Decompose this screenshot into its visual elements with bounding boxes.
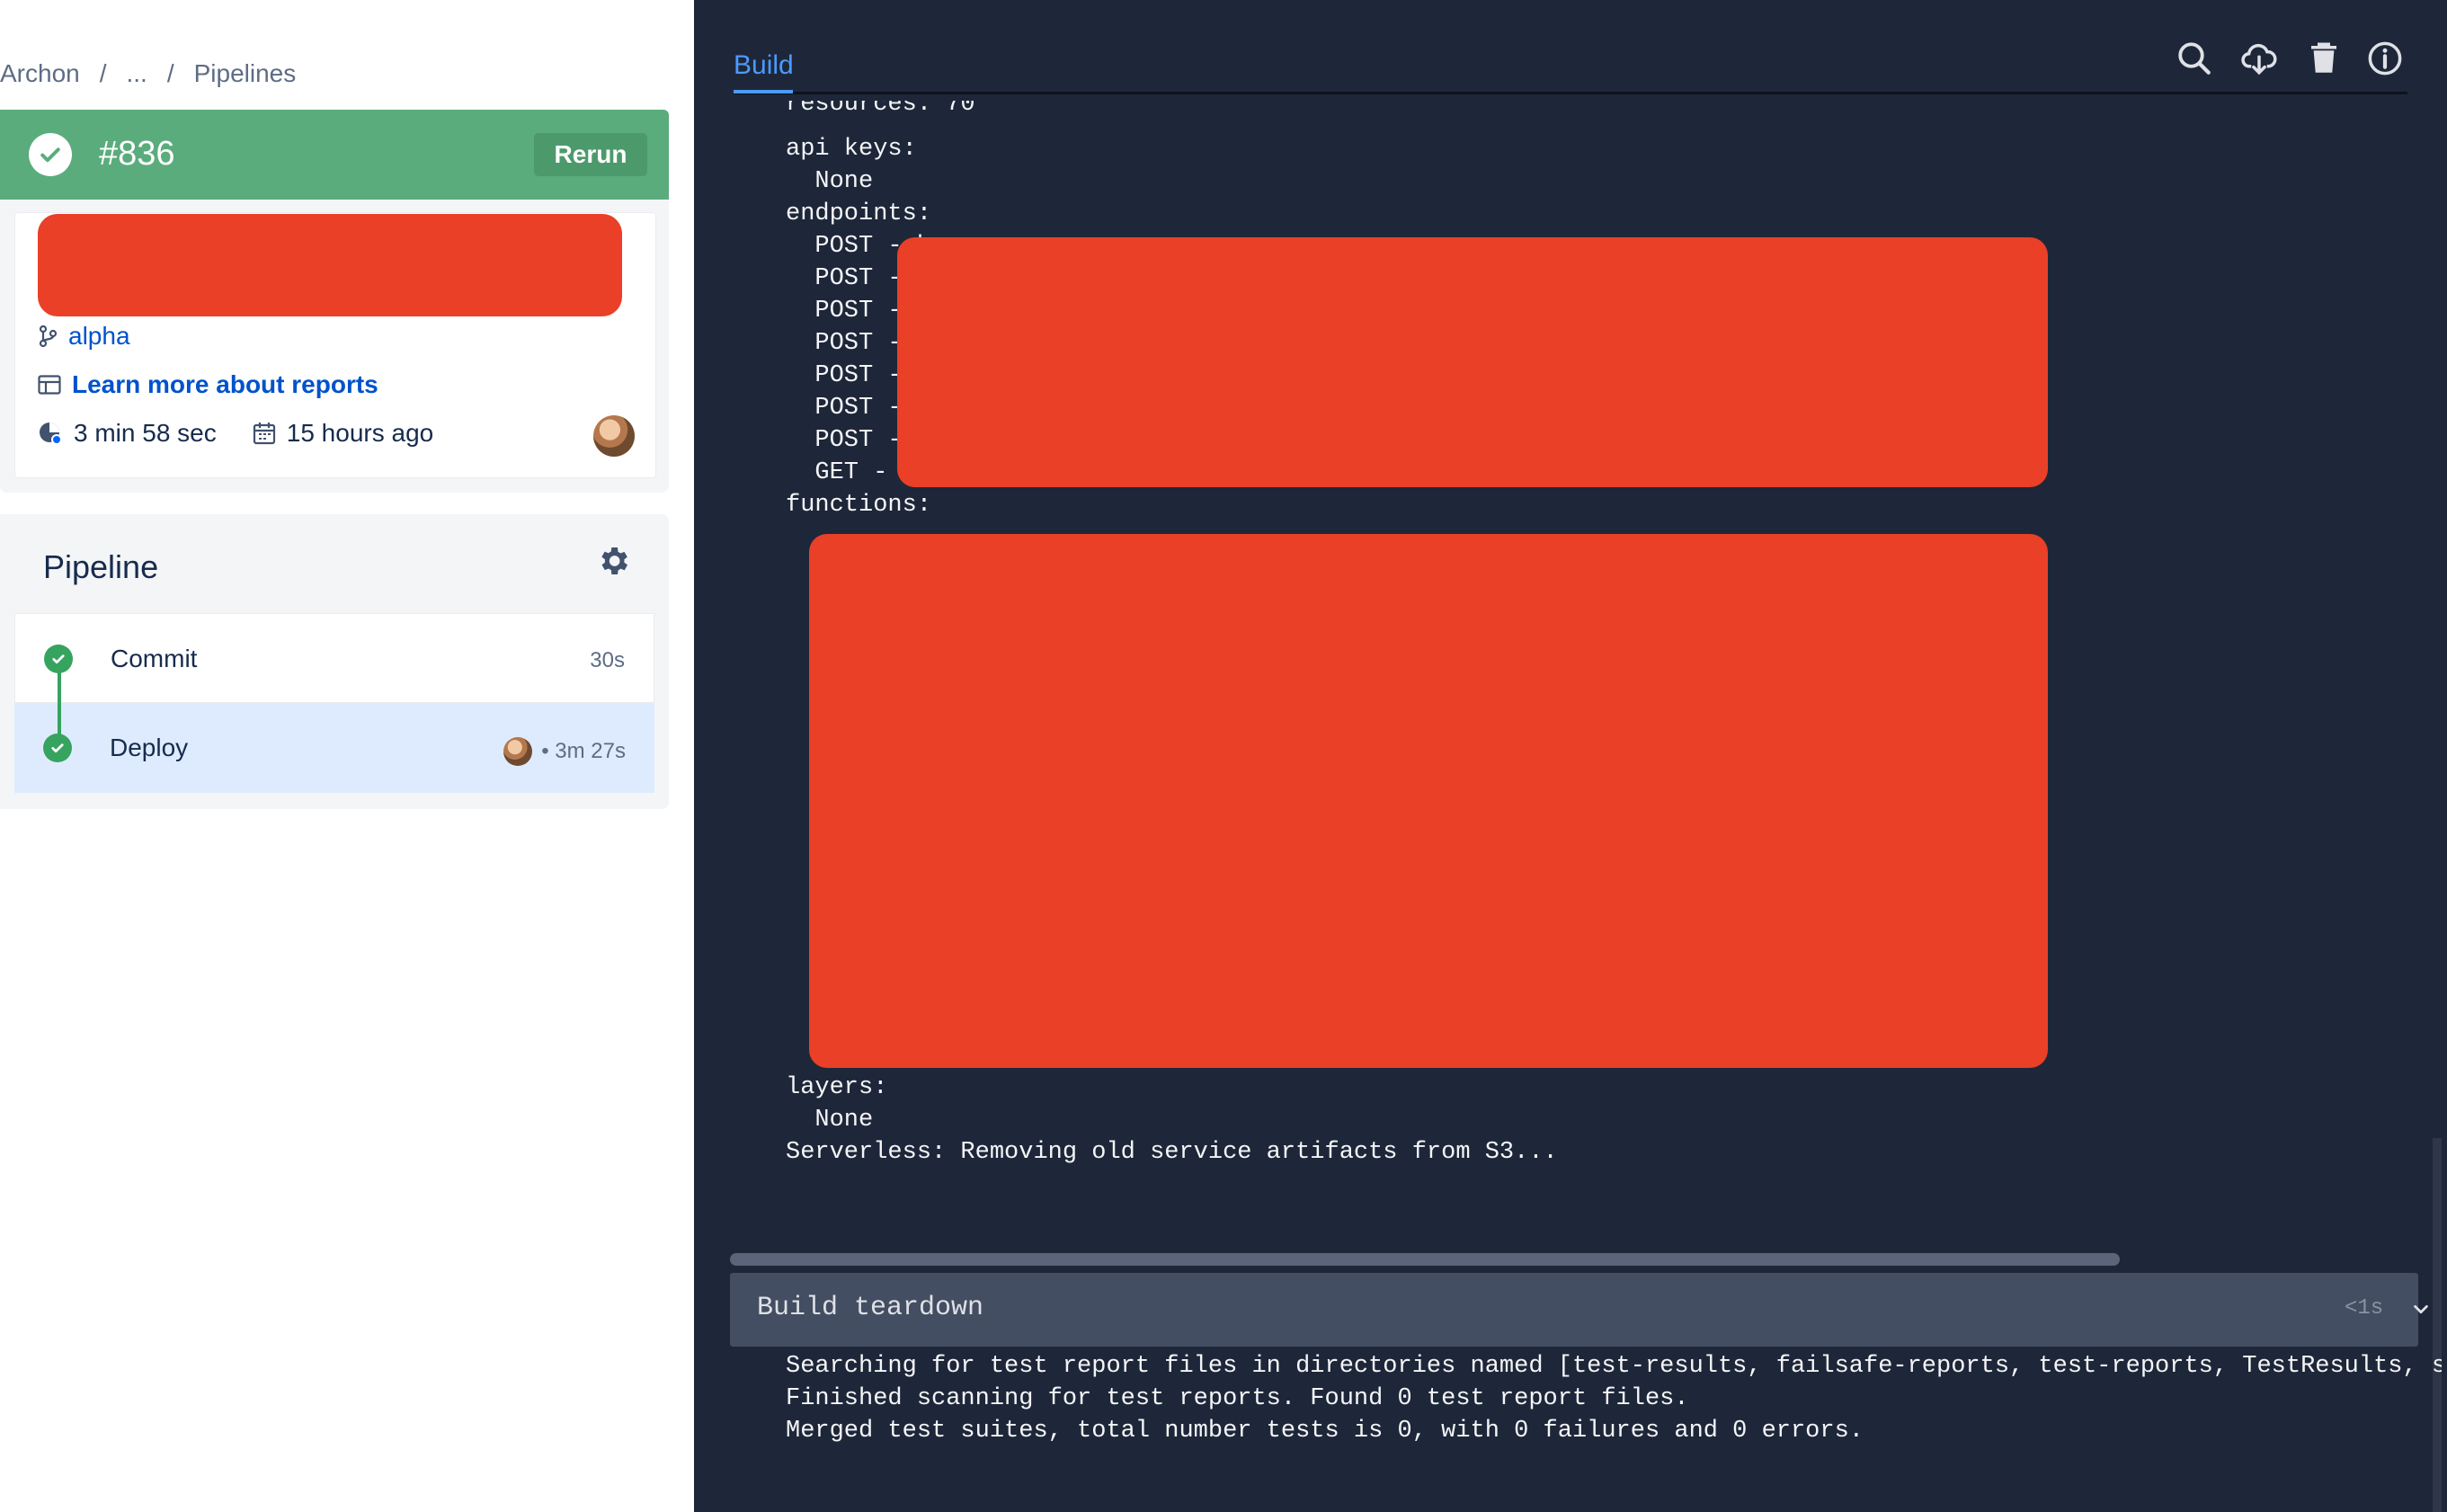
left-panel: Archon / ... / Pipelines #836 Rerun alph…: [0, 0, 694, 1512]
log-line: Finished scanning for test reports. Foun…: [786, 1385, 1689, 1412]
log-line: resources: 70: [786, 101, 975, 118]
branch-link[interactable]: alpha: [38, 322, 130, 351]
build-log-panel: Build resources: 70 api keys: None endpo…: [694, 0, 2447, 1512]
gear-icon[interactable]: [595, 543, 631, 579]
step-name: Commit: [111, 645, 198, 672]
teardown-log: Searching for test report files in direc…: [694, 1350, 2442, 1458]
redacted-block: [897, 237, 2048, 487]
redacted-block: [38, 214, 622, 316]
step-name: Deploy: [110, 734, 189, 761]
log-line: None: [786, 168, 874, 195]
tab-build[interactable]: Build: [734, 50, 794, 81]
branch-name: alpha: [68, 322, 130, 350]
teardown-duration: <1s: [2345, 1296, 2384, 1321]
log-line: Searching for test report files in direc…: [786, 1353, 2442, 1380]
step-duration-text: • 3m 27s: [541, 739, 626, 763]
log-line: POST -: [786, 265, 903, 292]
tab-active-indicator: [734, 90, 793, 93]
log-line: endpoints:: [786, 200, 932, 227]
branch-icon: [39, 325, 58, 348]
reports-link[interactable]: Learn more about reports: [38, 370, 378, 399]
log-line: POST -: [786, 427, 903, 454]
started-time: 15 hours ago: [286, 419, 434, 447]
breadcrumb-separator: /: [166, 59, 174, 87]
avatar: [503, 737, 533, 766]
teardown-label: Build teardown: [757, 1293, 984, 1323]
log-line: None: [786, 1107, 874, 1134]
info-icon[interactable]: [2366, 40, 2404, 77]
trash-icon[interactable]: [2305, 40, 2343, 77]
avatar[interactable]: [593, 415, 635, 457]
log-line: POST -: [786, 395, 903, 422]
step-connector: [58, 672, 61, 735]
step-success-icon: [44, 645, 73, 673]
log-line: Merged test suites, total number tests i…: [786, 1418, 1864, 1445]
breadcrumb: Archon / ... / Pipelines: [0, 56, 296, 92]
duration-icon: [40, 422, 62, 445]
breadcrumb-item-pipelines[interactable]: Pipelines: [194, 59, 297, 88]
breadcrumb-item-ellipsis[interactable]: ...: [127, 59, 147, 88]
step-duration: 30s: [590, 648, 625, 673]
horizontal-scrollbar[interactable]: [730, 1253, 2120, 1266]
download-cloud-icon[interactable]: [2240, 40, 2278, 77]
log-line: api keys:: [786, 136, 917, 163]
step-success-icon: [43, 734, 72, 762]
pipeline-step-deploy[interactable]: Deploy • 3m 27s: [14, 703, 654, 793]
step-duration-text: 30s: [590, 648, 625, 672]
log-line: functions:: [786, 492, 932, 519]
breadcrumb-item-archon[interactable]: Archon: [0, 59, 80, 88]
log-line: Serverless: Removing old service artifac…: [786, 1139, 1558, 1166]
search-icon[interactable]: [2176, 40, 2213, 77]
log-line: layers:: [786, 1074, 888, 1101]
run-meta: 3 min 58 sec 15 hours ago: [38, 419, 433, 448]
step-duration: • 3m 27s: [503, 737, 626, 766]
run-header: #836 Rerun: [0, 110, 669, 200]
rerun-button[interactable]: Rerun: [534, 133, 647, 176]
log-line: POST -: [786, 330, 903, 357]
build-teardown-header[interactable]: Build teardown <1s: [730, 1273, 2428, 1347]
duration-text: 3 min 58 sec: [74, 419, 217, 447]
pipeline-step-commit[interactable]: Commit 30s: [14, 613, 654, 703]
reports-icon: [38, 375, 61, 395]
run-number: #836: [99, 135, 175, 173]
breadcrumb-separator: /: [99, 59, 107, 87]
log-line: POST -: [786, 298, 903, 325]
redacted-block: [809, 534, 2048, 1068]
tab-divider: [734, 92, 2407, 94]
calendar-icon: [253, 422, 275, 445]
chevron-down-icon: [2414, 1304, 2428, 1314]
success-check-icon: [29, 133, 72, 176]
log-line: POST -: [786, 362, 903, 389]
reports-link-label: Learn more about reports: [72, 370, 378, 398]
pipeline-title: Pipeline: [43, 548, 159, 585]
